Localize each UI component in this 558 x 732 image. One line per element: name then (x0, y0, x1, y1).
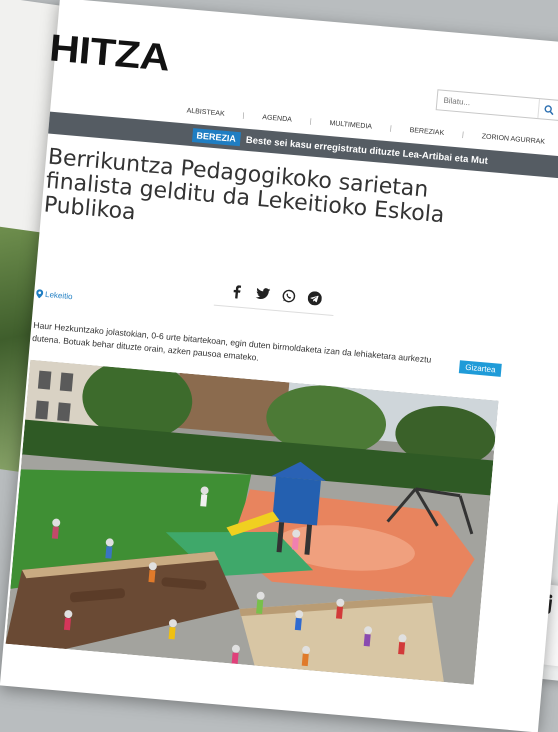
location-label: Lekeitio (44, 289, 73, 302)
search-button[interactable] (537, 99, 558, 120)
telegram-icon[interactable] (307, 291, 322, 306)
nav-item-zorion-agurrak[interactable]: ZORION AGURRAK (464, 131, 558, 147)
site-logo[interactable]: HITZA (48, 27, 172, 80)
whatsapp-icon[interactable] (281, 289, 296, 304)
playground-photo (5, 359, 499, 685)
ticker-badge[interactable]: BEREZIA (191, 128, 241, 147)
nav-item-multimedia[interactable]: MULTIMEDIA (311, 118, 390, 132)
location-pin-icon (36, 289, 44, 299)
nav-item-bereziak[interactable]: BEREZIAK (391, 125, 462, 138)
article-page: HITZA ALBISTEAK | AGENDA | MULTIMEDIA | … (0, 0, 558, 732)
search-input[interactable] (436, 90, 535, 118)
search-box (435, 89, 558, 121)
article-photo[interactable] (5, 359, 499, 685)
article-location[interactable]: Lekeitio (36, 289, 73, 301)
share-buttons (230, 284, 323, 306)
facebook-icon[interactable] (230, 284, 245, 299)
twitter-icon[interactable] (255, 286, 271, 301)
share-divider (213, 304, 334, 317)
category-badge[interactable]: Gizartea (458, 360, 503, 377)
nav-item-albisteak[interactable]: ALBISTEAK (168, 105, 242, 118)
search-icon (544, 104, 554, 115)
nav-item-agenda[interactable]: AGENDA (244, 112, 310, 125)
